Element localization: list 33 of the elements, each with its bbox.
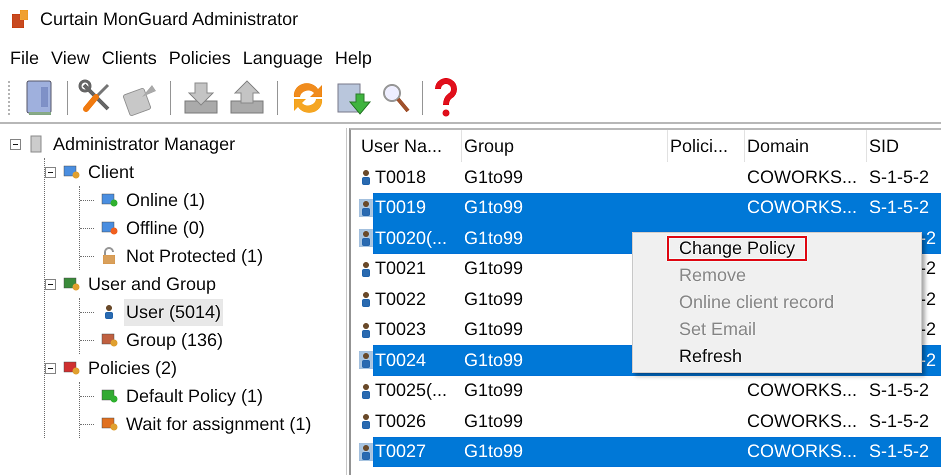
table-cell-text: T0024 — [374, 348, 428, 372]
table-cell: G1to99 — [464, 166, 524, 187]
table-cell: -2 — [920, 228, 936, 248]
table-cell: G1to99 — [464, 258, 524, 278]
table-cell-text: T0023 — [374, 318, 428, 342]
table-cell: G1to99 — [464, 319, 524, 340]
table-cell: S-1-5-2 — [869, 441, 930, 462]
table-cell-text: T0021 — [374, 257, 428, 280]
table-cell: COWORKS... — [747, 197, 858, 218]
table-cell: COWORKS... — [747, 380, 858, 400]
table-cell: COWORKS... — [747, 166, 858, 187]
table-cell: COWORKS... — [747, 441, 858, 462]
table-cell: S-1-5-2 — [869, 410, 930, 431]
table-cell: G1to99 — [464, 288, 524, 309]
table-cell-text: T0018 — [374, 166, 428, 189]
table-cell: -2 — [920, 350, 936, 370]
table-cell: G1to99 — [464, 197, 524, 218]
table-cell-text: T0026 — [374, 410, 428, 433]
table-cell-text: T0019 — [374, 196, 428, 220]
table-cell: G1to99 — [464, 410, 524, 431]
table-cell-text: T0027 — [374, 440, 428, 464]
table-cell: G1to99 — [464, 350, 524, 370]
table-cell: G1to99 — [464, 441, 524, 462]
table-cell-text: T0020(... — [374, 226, 448, 250]
table-cell: G1to99 — [464, 380, 524, 400]
table-cell: COWORKS... — [747, 410, 858, 431]
table-cell: S-1-5-2 — [869, 166, 930, 187]
table-cell: G1to99 — [464, 228, 524, 248]
table-cell: S-1-5-2 — [869, 197, 930, 218]
window-title: Curtain MonGuard Administrator — [40, 8, 298, 30]
table-cell: S-1-5-2 — [869, 380, 930, 400]
table-cell-text: T0022 — [374, 288, 428, 311]
table-cell-text: T0025(... — [374, 379, 448, 402]
